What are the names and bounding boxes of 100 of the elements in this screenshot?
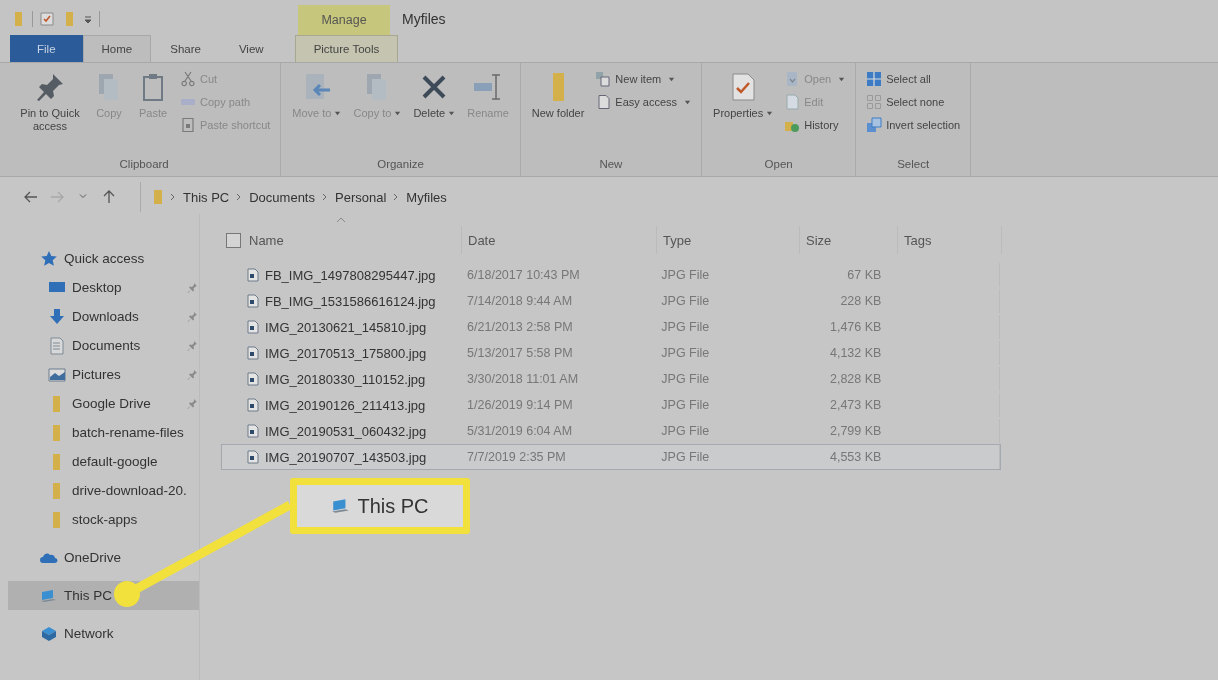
file-row[interactable]: IMG_20170513_175800.jpg 5/13/2017 5:58 PM JPG File 4,132 KB	[221, 340, 1001, 366]
sidebar-label: Quick access	[64, 251, 145, 266]
breadcrumb[interactable]: This PC	[183, 189, 230, 205]
file-name: IMG_20190707_143503.jpg	[265, 449, 427, 465]
ribbon-button[interactable]: Pin to Quick access	[14, 67, 86, 137]
file-type: JPG File	[661, 424, 710, 438]
sidebar-item[interactable]: Quick access	[8, 244, 199, 273]
ribbon-tab[interactable]: View	[219, 35, 283, 62]
back-icon	[23, 189, 39, 205]
shortcut-icon	[180, 117, 196, 133]
file-type: JPG File	[661, 398, 710, 412]
sidebar-item[interactable]: drive-download-20.	[8, 476, 199, 505]
ribbon-tab[interactable]: Picture Tools	[294, 35, 399, 62]
pin-icon	[34, 71, 66, 103]
properties-icon[interactable]	[39, 11, 55, 27]
image-file-icon	[247, 372, 259, 386]
group-label: Clipboard	[118, 157, 170, 172]
column-header[interactable]: Type	[663, 232, 692, 248]
ribbon-button[interactable]: New folder	[526, 67, 590, 124]
sidebar-item[interactable]: Documents	[8, 331, 199, 360]
image-file-icon	[247, 268, 259, 282]
sidebar-item[interactable]: stock-apps	[8, 505, 199, 534]
sidebar-item[interactable]: Downloads	[8, 302, 199, 331]
file-name: IMG_20170513_175800.jpg	[265, 345, 427, 361]
sidebar-item[interactable]: Pictures	[8, 360, 199, 389]
file-name: FB_IMG_1497808295447.jpg	[265, 267, 436, 283]
file-row[interactable]: FB_IMG_1497808295447.jpg 6/18/2017 10:43 PM JPG File 67 KB	[221, 262, 1001, 288]
breadcrumb[interactable]: Documents	[249, 189, 315, 205]
file-name: IMG_20180330_110152.jpg	[265, 371, 426, 387]
group-label: Open	[763, 157, 794, 172]
grid-icon	[866, 94, 883, 110]
group-label: New	[598, 157, 624, 172]
ribbon-button[interactable]: New item	[591, 69, 696, 89]
file-row[interactable]: FB_IMG_1531586616124.jpg 7/14/2018 9:44 AM JPG File 228 KB	[221, 288, 1001, 314]
group-label: Select	[896, 157, 931, 172]
ribbon-tab[interactable]: Home	[82, 35, 152, 62]
folder-icon	[153, 189, 163, 205]
caret-icon	[334, 110, 342, 117]
sidebar-label: This PC	[64, 588, 112, 603]
breadcrumb[interactable]: Personal	[335, 189, 387, 205]
file-row[interactable]: IMG_20190707_143503.jpg 7/7/2019 2:35 PM JPG File 4,553 KB	[221, 444, 1001, 470]
column-header[interactable]: Tags	[904, 232, 932, 248]
sidebar-label: OneDrive	[64, 550, 122, 565]
file-row[interactable]: IMG_20190126_211413.jpg 1/26/2019 9:14 PM JPG File 2,473 KB	[221, 392, 1001, 418]
caret-icon	[766, 110, 774, 117]
download-icon	[48, 307, 66, 326]
file-size: 2,828 KB	[829, 372, 882, 386]
caret-icon	[838, 75, 846, 83]
sidebar-item[interactable]: Network	[8, 619, 199, 648]
file-date: 6/18/2017 10:43 PM	[467, 268, 580, 282]
invert-selection-icon	[866, 117, 883, 133]
sidebar-item[interactable]: batch-rename-files	[8, 418, 199, 447]
ribbon-button[interactable]: Select all	[862, 69, 965, 89]
image-file-icon	[247, 398, 259, 412]
file-size: 4,132 KB	[829, 346, 882, 360]
sidebar-item[interactable]: OneDrive	[8, 543, 199, 572]
column-header[interactable]: Date	[468, 232, 496, 248]
ribbon-button[interactable]: History	[780, 115, 850, 135]
column-header[interactable]: Size	[806, 232, 832, 248]
sidebar-item[interactable]: Desktop	[8, 273, 199, 302]
address-bar[interactable]: This PC Documents Personal Myfiles	[140, 182, 1206, 212]
file-date: 1/26/2019 9:14 PM	[467, 398, 573, 412]
caret-icon	[448, 110, 456, 117]
breadcrumb[interactable]: Myfiles	[406, 189, 447, 205]
image-file-icon	[247, 346, 259, 360]
edit-icon	[784, 94, 801, 110]
up-icon	[101, 189, 117, 205]
file-row[interactable]: IMG_20180330_110152.jpg 3/30/2018 11:01 AM JPG File 2,828 KB	[221, 366, 1001, 392]
caret-icon[interactable]	[83, 14, 93, 24]
document-icon	[595, 94, 612, 110]
ribbon-button[interactable]: Select none	[862, 92, 965, 112]
callout-label: This PC	[357, 494, 429, 518]
ribbon-tab[interactable]: File	[10, 35, 83, 62]
sidebar-item[interactable]: Google Drive	[8, 389, 199, 418]
ribbon-tab[interactable]: Share	[151, 35, 220, 62]
sidebar-item[interactable]: default-google	[8, 447, 199, 476]
sidebar-label: drive-download-20.	[72, 483, 187, 498]
select-all-checkbox[interactable]	[226, 232, 241, 248]
sidebar-label: Documents	[72, 338, 141, 353]
file-row[interactable]: IMG_20130621_145810.jpg 6/21/2013 2:58 PM JPG File 1,476 KB	[221, 314, 1001, 340]
document-icon	[48, 336, 66, 355]
ribbon-button[interactable]: Delete	[408, 67, 461, 124]
sidebar-label: Network	[64, 626, 114, 641]
ribbon-button[interactable]: Invert selection	[862, 115, 965, 135]
column-header[interactable]: Name	[249, 232, 284, 248]
file-size: 1,476 KB	[829, 320, 882, 334]
sidebar-label: stock-apps	[72, 512, 138, 527]
file-date: 5/13/2017 5:58 PM	[467, 346, 573, 360]
image-file-icon	[247, 294, 259, 308]
ribbon-button[interactable]: Properties	[708, 67, 779, 124]
file-size: 4,553 KB	[829, 450, 882, 464]
group-label: Organize	[376, 157, 425, 172]
ribbon-button[interactable]: Easy access	[591, 92, 696, 112]
file-date: 7/7/2019 2:35 PM	[467, 450, 566, 464]
sidebar-label: Google Drive	[72, 396, 151, 411]
file-row[interactable]: IMG_20190531_060432.jpg 5/31/2019 6:04 AM JPG File 2,799 KB	[221, 418, 1001, 444]
file-type: JPG File	[661, 450, 710, 464]
caret-icon	[394, 110, 402, 117]
file-type: JPG File	[661, 320, 710, 334]
file-size: 228 KB	[840, 294, 882, 308]
